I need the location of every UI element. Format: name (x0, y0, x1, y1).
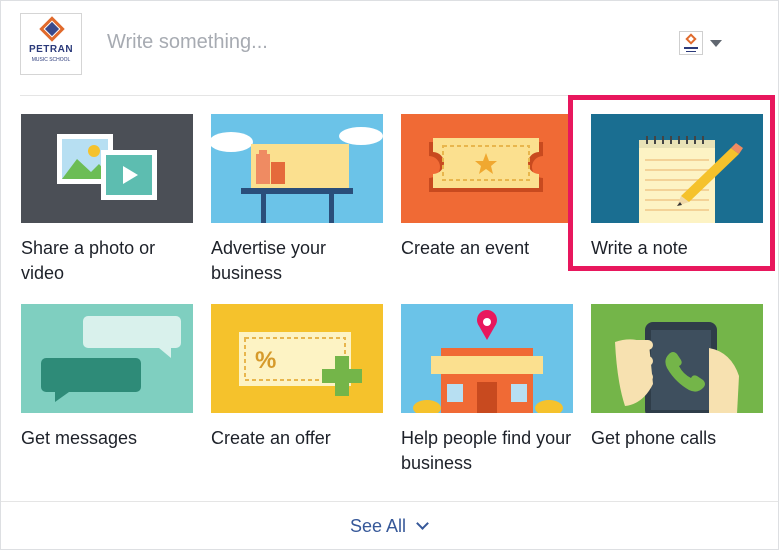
svg-text:%: % (255, 347, 276, 374)
logo-name: PETRAN (28, 44, 74, 55)
page-avatar[interactable]: PETRAN MUSIC SCHOOL (20, 13, 82, 75)
photo-video-icon (21, 114, 193, 223)
action-label: Get messages (21, 428, 138, 448)
composer-input[interactable]: Write something... (107, 31, 268, 54)
highlight-box (568, 95, 775, 271)
action-label: Share a photo or video (21, 238, 156, 283)
post-as-selector[interactable] (677, 31, 729, 57)
phone-call-icon (591, 304, 763, 413)
post-composer: PETRAN MUSIC SCHOOL Write something... (1, 1, 778, 95)
storefront-pin-icon (401, 304, 573, 413)
action-label: Create an offer (211, 428, 331, 448)
coupon-icon: % (211, 304, 383, 413)
page-mini-avatar (679, 31, 703, 55)
see-all-row: See All (1, 501, 778, 551)
billboard-icon (211, 114, 383, 223)
chevron-down-icon[interactable] (416, 517, 429, 530)
action-label: Get phone calls (591, 428, 717, 448)
action-label: Help people find your business (401, 428, 572, 473)
action-label: Advertise your business (211, 238, 327, 283)
see-all-link[interactable]: See All (350, 516, 406, 537)
chevron-down-icon (710, 40, 722, 47)
logo-subtitle: MUSIC SCHOOL (31, 57, 71, 63)
action-label: Create an event (401, 238, 530, 258)
chat-bubbles-icon (21, 304, 193, 413)
ticket-icon (401, 114, 573, 223)
create-post-panel: PETRAN MUSIC SCHOOL Write something... S (0, 0, 779, 550)
